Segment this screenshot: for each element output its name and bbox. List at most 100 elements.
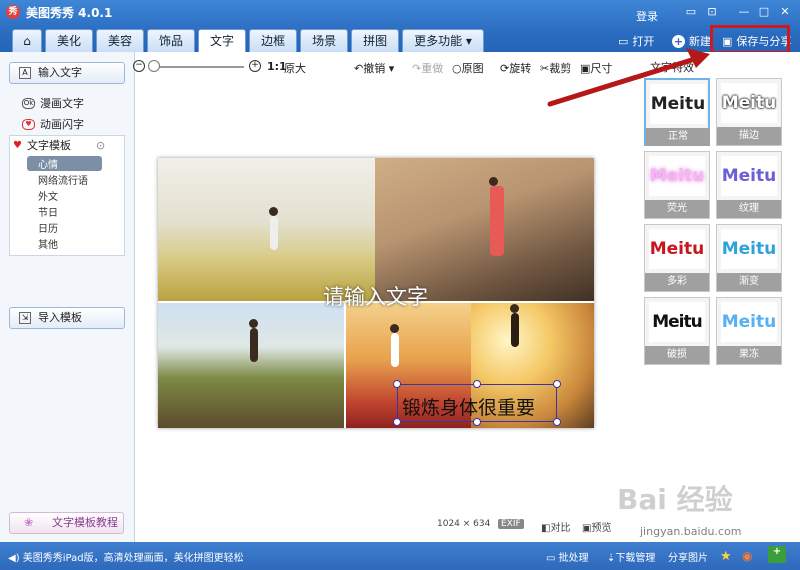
original-image-button[interactable]: ○原图 xyxy=(452,60,484,76)
batch-button[interactable]: ▭ 批处理 xyxy=(546,549,589,564)
resize-handle[interactable] xyxy=(393,380,401,388)
add-icon[interactable]: + xyxy=(768,546,786,563)
tab-border[interactable]: 边框 xyxy=(249,29,298,52)
undo-button[interactable]: ↶撤销 ▾ xyxy=(354,60,394,76)
effect-texture[interactable]: Meitu 纹理 xyxy=(716,151,782,219)
effect-label: 荧光 xyxy=(645,200,709,218)
love-you-icon: ♥ xyxy=(13,139,22,151)
selected-text[interactable]: 锻炼身体很重要 xyxy=(402,393,535,420)
home-tab[interactable]: ⌂ xyxy=(12,29,42,52)
redo-button[interactable]: ↷重做 xyxy=(412,60,443,76)
weibo-icon[interactable]: ◉ xyxy=(742,549,752,563)
effect-broken[interactable]: Meitu 破损 xyxy=(644,297,710,365)
text-template-header[interactable]: ♥ 文字模板 ⊙ xyxy=(13,137,105,153)
share-image-button[interactable]: 分享图片 xyxy=(668,549,708,564)
feet-icon: ❀ xyxy=(24,516,34,529)
resize-handle[interactable] xyxy=(393,418,401,426)
annotation-arrow xyxy=(547,48,710,107)
tab-scene[interactable]: 场景 xyxy=(300,29,349,52)
download-manager-button[interactable]: ⇣下载管理 xyxy=(607,549,655,564)
exif-button[interactable]: EXIF xyxy=(498,519,524,529)
animated-text-item[interactable]: ♥ 动画闪字 xyxy=(22,116,84,132)
effect-jelly[interactable]: Meitu 果冻 xyxy=(716,297,782,365)
redo-icon: ↷ xyxy=(412,62,422,75)
photo-trail-runner xyxy=(158,303,344,428)
collapse-icon[interactable]: ⊙ xyxy=(96,139,105,152)
photo-bridge-runner xyxy=(375,158,594,301)
tab-beautify[interactable]: 美化 xyxy=(45,29,94,52)
undo-icon: ↶ xyxy=(354,62,364,75)
template-sub-item[interactable]: 网络流行语 xyxy=(38,172,88,187)
settings-icon[interactable]: ⊡ xyxy=(705,6,719,18)
input-text-button[interactable]: A 输入文字 xyxy=(9,62,125,84)
star-icon[interactable]: ★ xyxy=(720,549,732,564)
rotate-button[interactable]: ⟳旋转 xyxy=(500,60,531,76)
effect-label: 渐变 xyxy=(717,273,781,291)
template-sub-item[interactable]: 日历 xyxy=(38,220,58,235)
promo-text[interactable]: ◀) 美图秀秀iPad版，高清处理画面，美化拼图更轻松 xyxy=(8,549,244,564)
minimize-icon[interactable]: — xyxy=(737,6,751,18)
effect-preview: Meitu xyxy=(649,229,705,269)
effect-label: 描边 xyxy=(717,127,781,145)
image-dimensions: 1024 × 634 xyxy=(437,519,491,529)
message-icon[interactable]: ▭ xyxy=(684,6,698,18)
zoom-out-icon[interactable]: − xyxy=(133,60,145,72)
runner-figure xyxy=(269,207,278,250)
preview-button[interactable]: ▣预览 xyxy=(582,519,611,534)
resize-handle[interactable] xyxy=(473,380,481,388)
photo-city-runner xyxy=(158,158,375,301)
effect-label: 正常 xyxy=(646,128,710,146)
template-sub-item[interactable]: 节日 xyxy=(38,204,58,219)
app-title: 美图秀秀 4.0.1 xyxy=(26,6,113,20)
effect-preview: Meitu xyxy=(649,302,705,342)
template-tree xyxy=(9,135,125,256)
zoom-slider-knob[interactable] xyxy=(148,60,160,72)
login-link[interactable]: 登录 xyxy=(636,8,658,24)
comic-bubble-icon: Ok xyxy=(22,97,35,109)
comic-text-item[interactable]: Ok 漫画文字 xyxy=(22,95,84,111)
heart-icon: ♥ xyxy=(22,118,35,130)
effect-preview: Meitu xyxy=(721,156,777,196)
text-icon: A xyxy=(19,67,31,79)
effect-label: 破损 xyxy=(645,346,709,364)
import-icon: ⇲ xyxy=(19,312,31,324)
app-logo: 秀 xyxy=(6,5,20,19)
compare-button[interactable]: ◧对比 xyxy=(541,519,570,534)
resize-handle[interactable] xyxy=(553,380,561,388)
highlight-box xyxy=(710,25,790,54)
zoom-in-icon[interactable]: + xyxy=(249,60,261,72)
tab-text[interactable]: 文字 xyxy=(198,29,247,54)
close-icon[interactable]: ✕ xyxy=(778,6,792,18)
tab-beauty[interactable]: 美容 xyxy=(96,29,145,52)
original-size-button[interactable]: 原大 xyxy=(284,60,306,76)
main-tabs: ⌂ 美化 美容 饰品 文字 边框 场景 拼图 更多功能 ▾ xyxy=(12,29,484,54)
template-sub-item[interactable]: 外文 xyxy=(38,188,58,203)
effect-gradient[interactable]: Meitu 渐变 xyxy=(716,224,782,292)
template-sub-item[interactable]: 心情 xyxy=(27,156,102,171)
tab-accessories[interactable]: 饰品 xyxy=(147,29,196,52)
text-placeholder-overlay[interactable]: 请输入文字 xyxy=(323,281,428,311)
effect-glow[interactable]: Meitu 荧光 xyxy=(644,151,710,219)
zoom-slider[interactable] xyxy=(152,66,244,68)
tab-collage[interactable]: 拼图 xyxy=(351,29,400,52)
template-tutorial-button[interactable]: ❀ 文字模板教程 xyxy=(9,512,124,534)
runner-figure xyxy=(489,177,504,256)
effect-label: 多彩 xyxy=(645,273,709,291)
effect-colorful[interactable]: Meitu 多彩 xyxy=(644,224,710,292)
tab-more[interactable]: 更多功能 ▾ xyxy=(402,29,484,52)
home-icon: ⌂ xyxy=(23,34,31,48)
speaker-icon: ◀) xyxy=(8,553,20,564)
runner-figure xyxy=(390,324,399,367)
rotate-icon: ⟳ xyxy=(500,62,510,75)
baidu-watermark: Bai 经验 xyxy=(617,483,733,516)
batch-icon: ▭ xyxy=(546,553,556,564)
template-sub-item[interactable]: 其他 xyxy=(38,236,58,251)
effect-stroke[interactable]: Meitu 描边 xyxy=(716,78,782,146)
watermark-url: jingyan.baidu.com xyxy=(640,525,742,538)
effect-preview: Meitu xyxy=(721,83,777,123)
runner-figure xyxy=(510,304,519,347)
maximize-icon[interactable]: □ xyxy=(757,6,771,18)
import-template-button[interactable]: ⇲ 导入模板 xyxy=(9,307,125,329)
resize-handle[interactable] xyxy=(553,418,561,426)
effect-preview: Meitu xyxy=(721,302,777,342)
